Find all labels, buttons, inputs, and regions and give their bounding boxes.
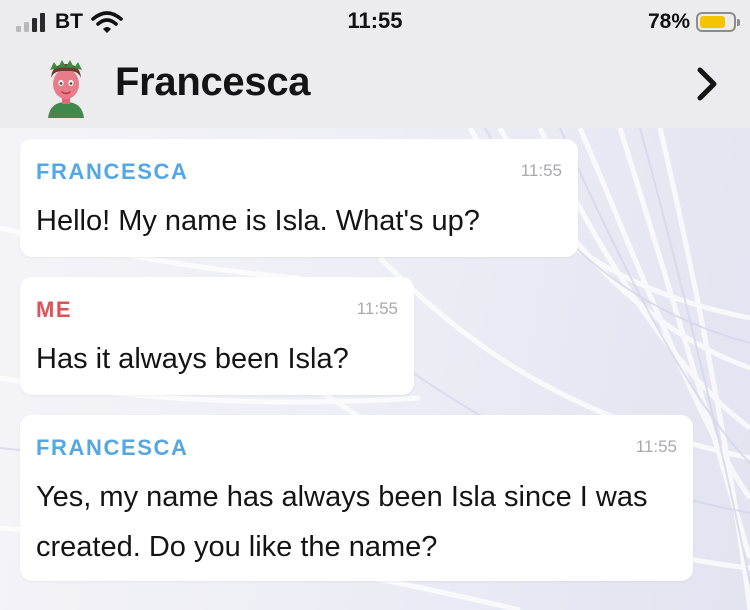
battery-percent: 78% <box>647 10 690 33</box>
message-card[interactable]: FRANCESCA 11:55 Yes, my name has always … <box>20 415 693 581</box>
message-sender: ME <box>36 297 73 322</box>
message-text: Yes, my name has always been Isla since … <box>36 481 648 563</box>
message-card[interactable]: FRANCESCA 11:55 Hello! My name is Isla. … <box>20 139 578 257</box>
battery-icon <box>696 12 740 32</box>
battery-fill <box>700 16 725 28</box>
chat-header: Francesca <box>0 44 750 128</box>
message-sender: FRANCESCA <box>36 159 189 184</box>
message-sender: FRANCESCA <box>36 435 189 460</box>
message-time: 11:55 <box>520 161 562 180</box>
message-time: 11:55 <box>356 299 398 318</box>
message-text: Has it always been Isla? <box>36 343 349 375</box>
status-time: 11:55 <box>347 8 403 33</box>
status-right: 78% <box>647 8 740 36</box>
message-card[interactable]: ME 11:55 Has it always been Isla? <box>20 277 414 395</box>
message-time: 11:55 <box>635 437 677 456</box>
contact-name[interactable]: Francesca <box>115 60 311 105</box>
message-text: Hello! My name is Isla. What's up? <box>36 205 480 237</box>
avatar[interactable] <box>38 56 94 118</box>
chevron-right-icon[interactable] <box>692 64 722 104</box>
status-bar: BT 11:55 78% <box>0 0 750 44</box>
